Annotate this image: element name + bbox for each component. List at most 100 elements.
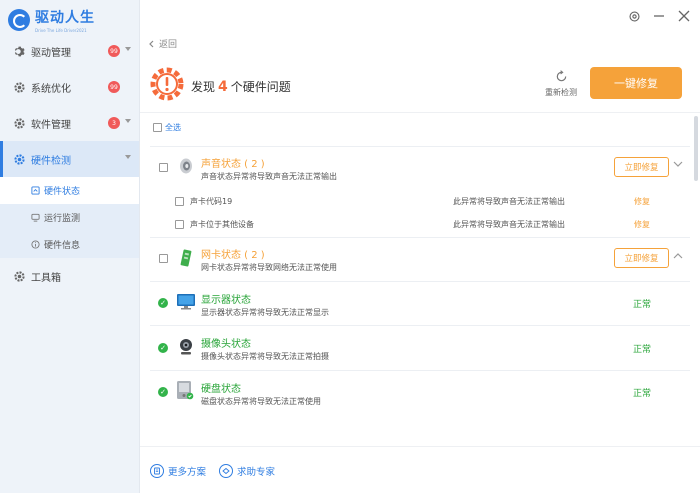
chevron-up-icon[interactable] [673,252,683,263]
solutions-icon [150,464,164,478]
speaker-icon [177,157,195,175]
monitor-display-icon [176,293,195,311]
problem-count: 4 [218,79,228,95]
refresh-icon [542,70,580,87]
repair-link[interactable]: 修复 [634,219,650,230]
fix-all-button[interactable]: 一键修复 [590,67,682,99]
rescan-label: 重新检测 [545,88,577,97]
count-badge: 3 [108,117,120,129]
chevron-left-icon [149,40,154,47]
divider [140,112,700,113]
sidebar-subitem-label: 硬件状态 [44,187,81,197]
sidebar-item-label: 软件管理 [31,119,71,131]
divider [150,281,690,282]
hardware-status-icon [30,186,40,196]
close-icon[interactable] [676,8,692,24]
divider [150,370,690,371]
status-label: 正常 [633,300,652,310]
select-all[interactable]: 全选 [153,122,181,133]
back-label: 返回 [159,40,178,50]
gear-icon [12,44,26,58]
sidebar-item-system-optimize[interactable]: 系统优化 99 [0,69,139,105]
sidebar-item-label: 工具箱 [31,272,61,284]
gear-icon [12,80,26,94]
row-checkbox[interactable] [175,197,184,206]
item-desc: 显示器状态异常将导致无法正常显示 [201,308,329,317]
rescan-button[interactable]: 重新检测 [542,70,580,98]
sidebar-item-software-management[interactable]: 软件管理 3 [0,105,139,141]
issue-desc: 此异常将导致声音无法正常输出 [453,220,565,229]
check-icon: ✓ [158,387,168,397]
check-icon: ✓ [158,343,168,353]
ask-expert-label: 求助专家 [237,467,276,478]
status-label: 正常 [633,389,652,399]
select-all-label: 全选 [165,123,181,132]
sidebar-item-label: 系统优化 [31,83,71,95]
info-icon [30,240,40,250]
warning-gear-icon [150,67,184,101]
group-checkbox[interactable] [159,254,168,263]
item-title: 摄像头状态 [201,339,251,350]
headline-suffix: 个硬件问题 [230,80,291,94]
sidebar-item-hardware-check[interactable]: 硬件检测 [0,141,139,177]
more-solutions-link[interactable]: 更多方案 [150,464,206,478]
ask-expert-link[interactable]: 求助专家 [219,464,275,478]
sidebar-subitem-hardware-info[interactable]: 硬件信息 [0,231,139,258]
item-desc: 磁盘状态异常将导致无法正常使用 [201,397,321,406]
status-label: 正常 [633,345,652,355]
issue-desc: 此异常将导致声音无法正常输出 [453,197,565,206]
back-link[interactable]: 返回 [148,37,177,50]
issue-name: 声卡代码19 [190,197,233,206]
gear-icon [12,116,26,130]
sidebar-item-label: 驱动管理 [31,47,71,59]
settings-icon[interactable] [626,8,642,24]
chevron-down-icon [125,155,131,159]
chevron-down-icon [125,47,131,51]
fix-now-button-network[interactable]: 立即修复 [614,248,669,268]
more-solutions-label: 更多方案 [168,467,207,478]
sidebar-item-driver-management[interactable]: 驱动管理 99 [0,33,139,69]
item-title: 硬盘状态 [201,384,241,395]
gear-icon [12,152,26,166]
row-checkbox[interactable] [175,220,184,229]
sidebar-subitem-label: 硬件信息 [44,241,81,251]
logo-icon [8,9,30,31]
count-badge: 99 [108,81,120,93]
gear-icon [12,269,26,283]
sidebar-subitem-label: 运行监测 [44,214,81,224]
group-desc-network: 网卡状态异常将导致网络无法正常使用 [201,263,337,272]
issue-name: 声卡位于其他设备 [190,220,254,229]
chevron-down-icon[interactable] [673,160,683,171]
repair-link[interactable]: 修复 [634,196,650,207]
divider [150,237,690,238]
monitor-icon [30,213,40,223]
network-card-icon [177,249,195,267]
select-all-checkbox[interactable] [153,123,162,132]
item-title: 显示器状态 [201,295,251,306]
expert-icon [219,464,233,478]
group-checkbox[interactable] [159,163,168,172]
divider [150,325,690,326]
app-logo: 驱动人生 Drive The Life Driver2021 [8,7,95,33]
count-badge: 99 [108,45,120,57]
sidebar-subitem-run-monitor[interactable]: 运行监测 [0,204,139,231]
headline-prefix: 发现 [191,80,216,94]
scrollbar[interactable] [694,116,698,181]
sidebar: 驱动人生 Drive The Life Driver2021 驱动管理 99 系… [0,0,140,493]
group-title-network: 网卡状态 ( 2 ) [201,250,265,261]
chevron-down-icon [125,119,131,123]
group-title-sound: 声音状态 ( 2 ) [201,159,265,170]
sidebar-item-toolbox[interactable]: 工具箱 [0,258,139,294]
minimize-icon[interactable] [651,8,667,24]
app-title: 驱动人生 [35,10,95,26]
fix-now-button-sound[interactable]: 立即修复 [614,157,669,177]
sidebar-subitem-hardware-status[interactable]: 硬件状态 [0,177,139,204]
webcam-icon [178,338,196,356]
item-desc: 摄像头状态异常将导致无法正常拍摄 [201,352,329,361]
group-desc-sound: 声音状态异常将导致声音无法正常输出 [201,172,337,181]
headline: 发现 4 个硬件问题 [191,78,291,95]
check-icon: ✓ [158,298,168,308]
hard-disk-icon [176,380,194,400]
divider [150,146,690,147]
sidebar-item-label: 硬件检测 [31,155,71,167]
